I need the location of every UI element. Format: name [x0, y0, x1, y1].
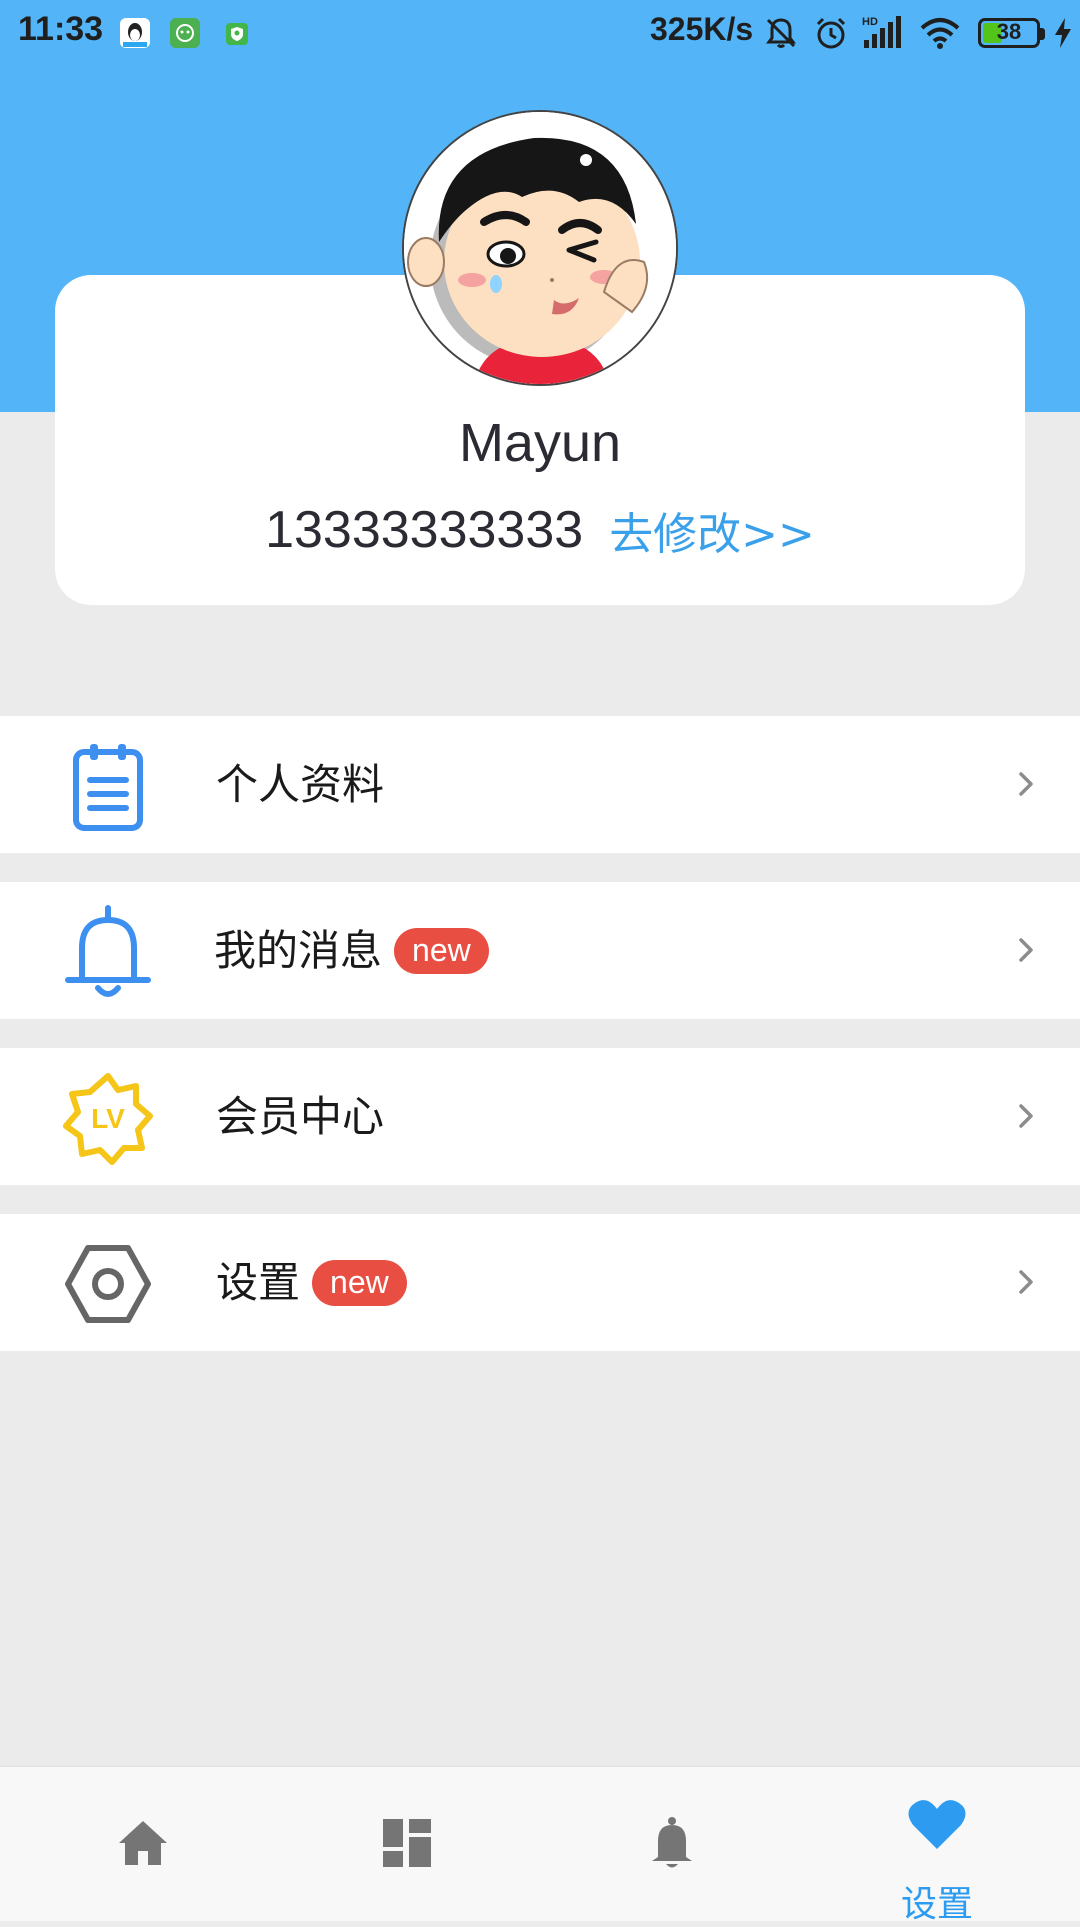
heart-icon	[907, 1797, 967, 1853]
home-icon	[115, 1815, 171, 1871]
phone-number: 13333333333	[265, 501, 584, 559]
battery-indicator: 38	[978, 18, 1045, 48]
tab-notifications[interactable]	[537, 1767, 807, 1921]
mute-bell-icon	[762, 14, 800, 56]
user-name: Mayun	[458, 413, 622, 473]
bell-icon	[60, 904, 156, 1000]
clipboard-icon	[60, 738, 156, 834]
tab-settings[interactable]: 设置	[802, 1767, 1072, 1925]
tab-dashboard[interactable]	[272, 1767, 542, 1921]
chevron-right-icon	[1010, 1098, 1042, 1134]
battery-tip	[1040, 28, 1045, 40]
menu-item-vip[interactable]: LV 会员中心	[0, 1048, 1080, 1185]
tab-settings-label: 设置	[900, 1884, 973, 1925]
menu-label-text: 个人资料	[216, 760, 385, 809]
menu-label: 我的消息 new	[214, 882, 489, 1019]
bottom-navigation: 设置	[0, 1766, 1080, 1925]
menu-item-profile[interactable]: 个人资料	[0, 716, 1080, 853]
svg-text:LV: LV	[91, 1103, 125, 1134]
dashboard-icon	[379, 1815, 435, 1871]
charging-bolt-icon	[1052, 16, 1074, 54]
vip-level-icon: LV	[60, 1070, 156, 1166]
settings-hexagon-icon	[60, 1236, 156, 1332]
status-bar: 11:33 325K/s HD 38	[0, 0, 1080, 66]
new-badge: new	[312, 1259, 407, 1306]
edit-phone-link[interactable]: 去修改>>	[609, 509, 815, 560]
menu-item-messages[interactable]: 我的消息 new	[0, 882, 1080, 1019]
bell-icon	[644, 1815, 700, 1871]
menu-label-text: 会员中心	[216, 1092, 385, 1141]
battery-level: 38	[996, 19, 1022, 44]
menu-item-settings[interactable]: 设置 new	[0, 1214, 1080, 1351]
security-notification-icon	[222, 18, 252, 48]
wifi-icon	[918, 14, 962, 56]
cartoon-avatar-illustration	[404, 112, 676, 384]
new-badge: new	[394, 927, 489, 974]
svg-text:HD: HD	[862, 16, 878, 28]
phone-row: 13333333333 去修改>>	[0, 498, 1080, 562]
chevron-right-icon	[1010, 766, 1042, 802]
tab-home[interactable]	[8, 1767, 278, 1921]
menu-label: 会员中心	[216, 1048, 384, 1185]
menu-label-text: 设置	[216, 1258, 301, 1307]
chevron-right-icon	[1010, 932, 1042, 968]
alarm-icon	[812, 14, 850, 56]
menu-label: 设置 new	[216, 1214, 407, 1351]
menu-label: 个人资料	[216, 716, 384, 853]
user-avatar[interactable]	[402, 110, 678, 386]
status-time: 11:33	[18, 10, 104, 48]
signal-hd-icon: HD	[860, 14, 904, 56]
app-notification-icon	[170, 18, 200, 48]
qq-notification-icon	[120, 18, 150, 48]
chevron-right-icon	[1010, 1264, 1042, 1300]
menu-label-text: 我的消息	[214, 926, 383, 975]
network-speed: 325K/s	[650, 11, 754, 47]
